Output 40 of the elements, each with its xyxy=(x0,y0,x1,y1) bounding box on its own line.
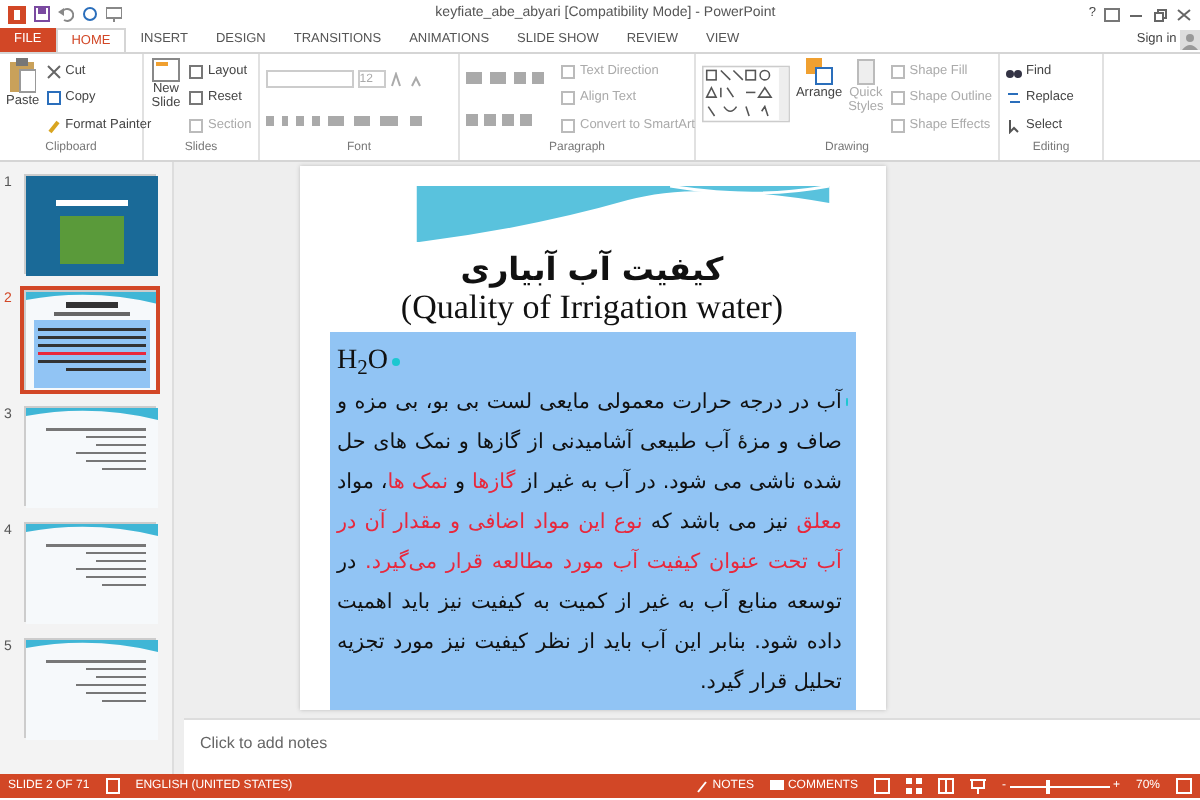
slider-thumb[interactable] xyxy=(1046,779,1051,793)
scissors-icon xyxy=(45,63,62,80)
presentation-icon[interactable] xyxy=(106,6,122,22)
slide-title: کیفیت آب آبیاری xyxy=(458,250,726,289)
quick-styles-icon xyxy=(853,58,878,86)
app-logo-icon xyxy=(8,5,26,23)
slide-subtitle: (Quality of Irrigation water) xyxy=(398,288,786,330)
slide-sorter-icon[interactable] xyxy=(905,778,922,794)
slide-thumbnail[interactable] xyxy=(24,406,156,506)
slide-preview-drawing xyxy=(26,640,158,740)
save-icon[interactable] xyxy=(34,6,50,22)
slide-icon xyxy=(152,58,180,82)
slide-thumbnail[interactable] xyxy=(24,174,156,274)
notes-field[interactable]: Click to add notes xyxy=(200,732,600,756)
slideshow-icon[interactable] xyxy=(969,778,986,794)
scrollbar[interactable] xyxy=(172,162,184,774)
slide-thumbnail[interactable] xyxy=(24,638,156,738)
slide-preview-drawing xyxy=(26,292,158,392)
slide-preview-drawing xyxy=(26,524,158,624)
comment-icon xyxy=(769,779,784,793)
clipboard-icon xyxy=(8,58,37,94)
slide-thumbnail[interactable] xyxy=(24,290,156,390)
arrange-icon xyxy=(805,58,834,86)
slide-preview-drawing xyxy=(26,176,158,276)
bullet-icon xyxy=(392,357,400,365)
shrink-font-icon[interactable] xyxy=(408,71,425,87)
slide-thumbnail[interactable] xyxy=(24,522,156,622)
undo-icon[interactable] xyxy=(58,6,74,22)
bullet-text: آب در درجه حرارت معمولی مایعی لست بی بو، بی مزه و صاف و مزهٔ آب طبیعی آشامیدنی از گازها و نمک های حل شده ناشی می شود. در آب به غیر از گازها و نمک ها، مواد معلق نیز می باشد که نوع این مواد اضافی و مقدار آن در آب تحت عنوان کیفیت آب مورد مطالعه قرار می‌گیرد. در توسعه منابع آب به غیر از کمیت به کیفیت نیز باید اهمیت داده شود. بنابر این آب باید از نظر کیفیت نیز مورد تجزیه تحلیل قرار گیرد. xyxy=(337,386,842,698)
notes-icon xyxy=(696,779,709,793)
grow-font-icon[interactable] xyxy=(389,71,405,87)
slide-preview-drawing xyxy=(26,408,158,508)
replace-icon xyxy=(1006,90,1022,107)
restore-icon[interactable] xyxy=(1152,7,1168,21)
close-icon[interactable] xyxy=(1176,7,1192,21)
font-name-field[interactable] xyxy=(266,70,354,88)
bullet-text: H$_{2}$O xyxy=(337,344,388,382)
cursor-icon xyxy=(1006,118,1022,135)
reading-view-icon[interactable] xyxy=(937,778,954,794)
brush-icon xyxy=(45,118,62,135)
